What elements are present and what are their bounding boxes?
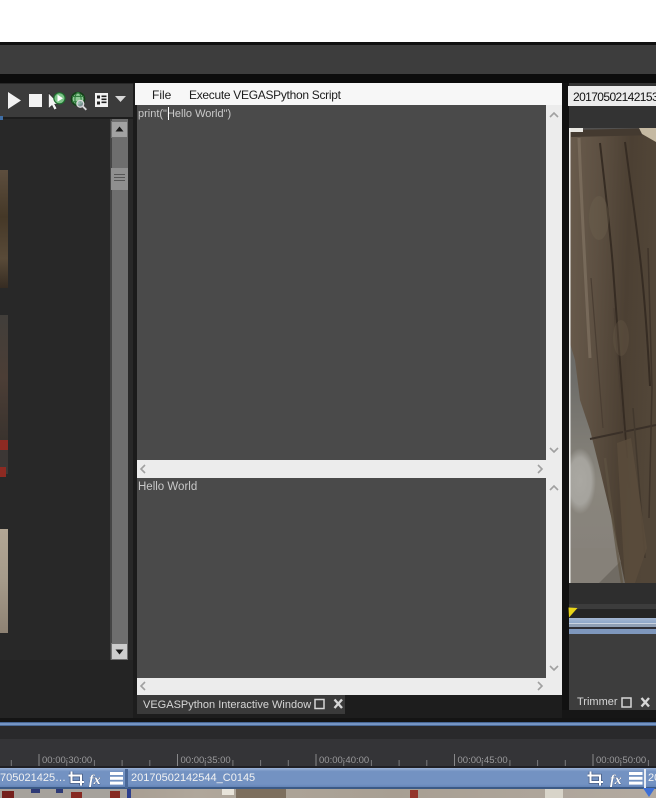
svg-text:fx: fx xyxy=(610,773,622,788)
svg-text:fx: fx xyxy=(89,773,101,788)
